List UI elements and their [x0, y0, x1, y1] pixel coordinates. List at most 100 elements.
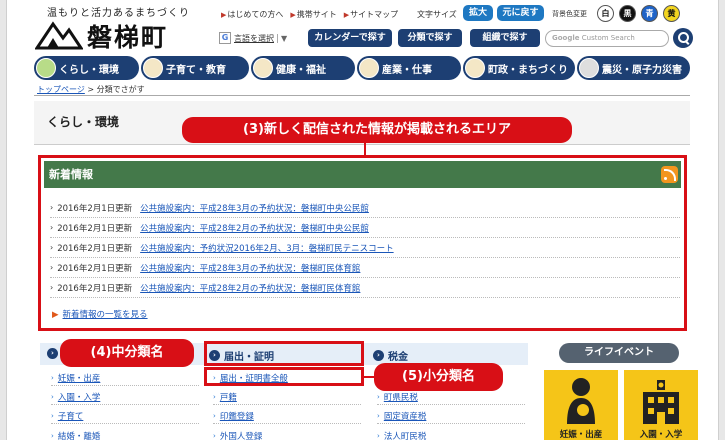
callout-small-category: (5)小分類名	[374, 363, 503, 391]
subcategory-item[interactable]: › 入園・入学	[51, 391, 100, 403]
breadcrumb-divider	[34, 95, 690, 96]
subcategory-item[interactable]: › 子育て	[51, 410, 83, 422]
bg-yellow-button[interactable]: 黄	[663, 5, 680, 22]
life-event-button[interactable]: ライフイベント	[559, 343, 679, 363]
search-calendar-button[interactable]: カレンダーで探す	[308, 29, 392, 47]
breadcrumb-current: 分類でさがす	[96, 85, 145, 94]
row-divider	[377, 423, 525, 424]
arrow-right-icon: ›	[50, 263, 54, 272]
arrow-right-icon: ›	[51, 432, 54, 440]
leaf-icon	[36, 58, 56, 78]
font-reset-button[interactable]: 元に戻す	[497, 5, 544, 21]
subcategory-item[interactable]: › 固定資産税	[377, 410, 426, 422]
rss-icon[interactable]	[661, 166, 678, 183]
arrow-right-icon: ›	[377, 393, 380, 401]
news-item-link[interactable]: 公共施設案内：予約状況2016年2月、3月：磐梯町民テニスコート	[140, 242, 393, 254]
search-organization-button[interactable]: 組織で探す	[470, 29, 540, 47]
language-selector[interactable]: G 言語を選択 ▼	[219, 32, 287, 44]
triangle-right-icon: ▶	[290, 11, 296, 19]
child-icon	[143, 58, 163, 78]
news-item: › 2016年2月1日更新 公共施設案内：平成28年2月の予約状況：磐梯町民体育館	[50, 278, 680, 298]
subcategory-item[interactable]: › 結婚・離婚	[51, 430, 100, 440]
arrow-right-icon: ›	[213, 432, 216, 440]
row-divider	[51, 423, 199, 424]
middle-category-highlight	[204, 341, 364, 366]
townhall-icon	[465, 58, 485, 78]
google-translate-icon: G	[219, 32, 231, 44]
top-links: ▶はじめての方へ ▶携帯サイト ▶サイトマップ	[221, 9, 398, 20]
bg-blue-button[interactable]: 青	[641, 5, 658, 22]
mountain-logo-icon	[35, 21, 83, 50]
arrow-right-icon: ›	[377, 432, 380, 440]
nav-item-health[interactable]: 健康・福祉	[251, 56, 355, 80]
row-divider	[213, 423, 361, 424]
subcategory-item[interactable]: › 印鑑登録	[213, 410, 254, 422]
news-item: › 2016年2月1日更新 公共施設案内：平成28年3月の予約状況：磐梯町民体育館	[50, 258, 680, 278]
nav-item-industry[interactable]: 産業・仕事	[357, 56, 461, 80]
life-card-school[interactable]: 入園・入学	[624, 370, 698, 440]
breadcrumb-home-link[interactable]: トップページ	[37, 85, 85, 94]
disaster-icon	[579, 58, 599, 78]
chevron-right-icon: ›	[47, 348, 58, 359]
category-heading-3[interactable]: › 税金	[373, 348, 408, 363]
subcategory-item[interactable]: › 町県民税	[377, 391, 418, 403]
triangle-right-icon: ▶	[221, 11, 227, 19]
search-category-button[interactable]: 分類で探す	[398, 29, 462, 47]
arrow-right-icon: ›	[51, 412, 54, 420]
life-card-pregnancy[interactable]: 妊娠・出産	[544, 370, 618, 440]
news-more-link[interactable]: 新着情報の一覧を見る	[63, 310, 148, 320]
nav-item-childcare[interactable]: 子育て・教育	[141, 56, 249, 80]
top-link-mobile[interactable]: ▶携帯サイト	[290, 9, 336, 20]
arrow-right-icon: ›	[50, 243, 54, 252]
site-tagline: 温もりと活力あるまちづくり	[47, 8, 190, 19]
news-list: › 2016年2月1日更新 公共施設案内：平成28年3月の予約状況：磐梯町中央公民館…	[50, 198, 680, 298]
news-item-link[interactable]: 公共施設案内：平成28年3月の予約状況：磐梯町民体育館	[140, 262, 360, 274]
news-more: ▶ 新着情報の一覧を見る	[52, 308, 148, 320]
news-item-link[interactable]: 公共施設案内：平成28年2月の予約状況：磐梯町中央公民館	[140, 222, 369, 234]
news-item: › 2016年2月1日更新 公共施設案内：予約状況2016年2月、3月：磐梯町民テニ…	[50, 238, 680, 258]
nav-item-disaster[interactable]: 震災・原子力災害	[577, 56, 690, 80]
top-link-beginners[interactable]: ▶はじめての方へ	[221, 9, 283, 20]
site-name: 磐梯町	[87, 23, 169, 52]
news-item: › 2016年2月1日更新 公共施設案内：平成28年3月の予約状況：磐梯町中央公民館	[50, 198, 680, 218]
search-input[interactable]: Google Custom Search	[545, 30, 669, 47]
subcategory-item[interactable]: › 戸籍	[213, 391, 237, 403]
row-divider	[51, 404, 199, 405]
arrow-right-icon: ›	[213, 393, 216, 401]
arrow-right-icon: ›	[377, 412, 380, 420]
chevron-right-icon: ›	[373, 350, 384, 361]
top-link-sitemap[interactable]: ▶サイトマップ	[344, 9, 398, 20]
bg-black-button[interactable]: 黒	[619, 5, 636, 22]
arrow-right-icon: ›	[51, 374, 54, 382]
subcategory-item[interactable]: › 外国人登録	[213, 430, 262, 440]
font-size-label: 文字サイズ	[417, 10, 457, 19]
school-building-icon	[643, 380, 679, 424]
arrow-right-icon: ›	[50, 283, 54, 292]
arrow-right-icon: ›	[50, 223, 54, 232]
site-logo[interactable]: 温もりと活力あるまちづくり 磐梯町	[33, 4, 208, 52]
nav-item-government[interactable]: 町政・まちづくり	[463, 56, 575, 80]
worker-icon	[359, 58, 379, 78]
news-item-link[interactable]: 公共施設案内：平成28年3月の予約状況：磐梯町中央公民館	[140, 202, 369, 214]
search-icon[interactable]	[673, 28, 693, 48]
callout-middle-category: (4)中分類名	[60, 339, 194, 367]
page-title: くらし・環境	[47, 115, 120, 129]
row-divider	[377, 404, 525, 405]
subcategory-item[interactable]: › 妊娠・出産	[51, 372, 100, 384]
page-frame: 温もりと活力あるまちづくり 磐梯町 ▶はじめての方へ ▶携帯サイト ▶サイトマッ…	[6, 0, 719, 440]
bg-white-button[interactable]: 白	[597, 5, 614, 22]
row-divider	[51, 385, 199, 386]
main-nav: くらし・環境 子育て・教育 健康・福祉 産業・仕事 町政・まちづくり 震災・原子…	[34, 56, 690, 80]
nav-item-life[interactable]: くらし・環境	[34, 56, 139, 80]
breadcrumb: トップページ > 分類でさがす	[37, 85, 145, 94]
subcategory-item[interactable]: › 法人町民税	[377, 430, 426, 440]
arrow-right-icon: ›	[51, 393, 54, 401]
callout-new-info-area: (3)新しく配信された情報が掲載されるエリア	[182, 117, 572, 143]
news-item-link[interactable]: 公共施設案内：平成28年2月の予約状況：磐梯町民体育館	[140, 282, 360, 294]
health-icon	[253, 58, 273, 78]
triangle-right-icon: ▶	[52, 310, 59, 320]
bg-color-label: 背景色変更	[552, 10, 587, 18]
news-heading: 新着情報	[44, 161, 681, 188]
font-enlarge-button[interactable]: 拡大	[463, 5, 493, 21]
triangle-right-icon: ▶	[343, 11, 350, 19]
